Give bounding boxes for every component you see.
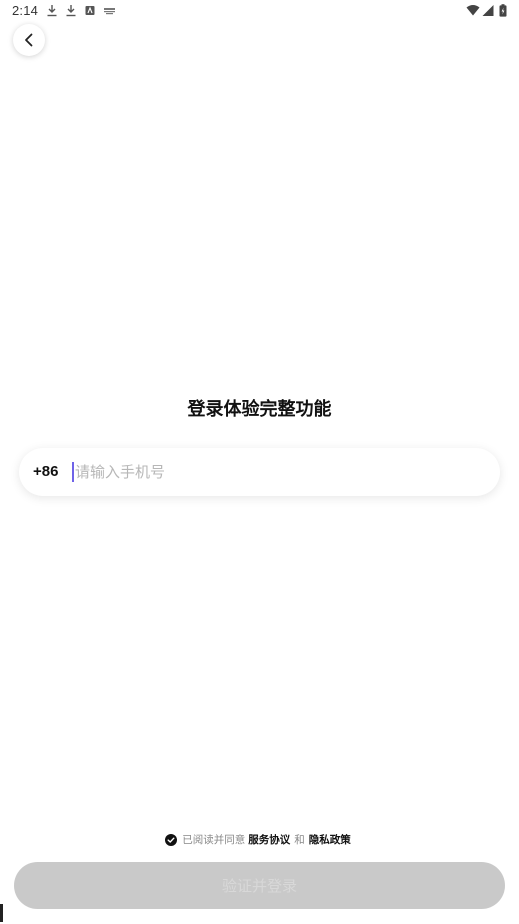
status-bar: 2:14 <box>0 0 519 22</box>
privacy-policy-link[interactable]: 隐私政策 <box>309 832 351 847</box>
checkbox-checked-icon[interactable] <box>165 833 178 846</box>
wifi-icon <box>466 5 480 16</box>
agreement-prefix: 已阅读并同意 <box>182 834 246 846</box>
agreement-row: 已阅读并同意 服务协议 和 隐私政策 <box>0 832 519 847</box>
text-caret <box>72 462 74 482</box>
edge-marker <box>0 904 3 922</box>
agreement-and: 和 <box>294 834 305 846</box>
page-title: 登录体验完整功能 <box>187 399 332 420</box>
verify-login-button[interactable]: 验证并登录 <box>14 862 505 909</box>
country-code[interactable]: +86 <box>33 463 58 480</box>
signal-icon <box>482 5 494 16</box>
phone-number-input[interactable] <box>75 460 475 484</box>
phone-input-card[interactable]: +86 <box>19 448 500 496</box>
chevron-left-icon <box>25 33 33 47</box>
status-time: 2:14 <box>12 3 39 18</box>
battery-icon <box>499 4 507 17</box>
download-icon <box>47 5 57 17</box>
service-agreement-link[interactable]: 服务协议 <box>248 832 290 847</box>
back-button[interactable] <box>13 24 45 56</box>
download-icon <box>66 5 76 17</box>
app-notification-icon <box>85 6 95 15</box>
keyboard-icon <box>104 8 115 15</box>
